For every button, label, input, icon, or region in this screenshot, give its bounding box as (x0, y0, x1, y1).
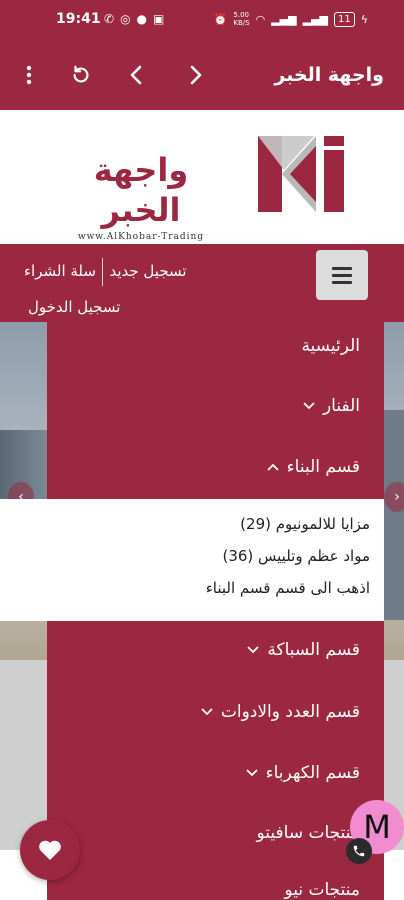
site-logo-text[interactable]: واجهة الخبر www.AlKhobar-Trading (58, 150, 224, 242)
submenu-item-construction-materials[interactable]: مواد عظم وتلييس (36) (222, 547, 370, 565)
app-title: واجهة الخبر (274, 64, 384, 86)
hamburger-line (332, 280, 352, 284)
signal-icon: ▂▄▆ (271, 12, 297, 26)
building-submenu: مزايا للالمونيوم (29) مواد عظم وتلييس (3… (0, 499, 384, 621)
phone-icon (353, 845, 365, 857)
submenu-item-go-to-building[interactable]: اذهب الى قسم قسم البناء (206, 579, 370, 597)
hamburger-line (332, 273, 352, 277)
menu-item-plumbing[interactable]: قسم السباكة (247, 640, 360, 660)
chevron-down-icon (245, 769, 258, 777)
forward-icon[interactable] (181, 60, 211, 90)
signal-icon-2: ▂▄▆ (302, 12, 328, 26)
slider-next-icon[interactable]: › (384, 482, 404, 512)
system-icons: ⏰ 5.00 KB/S ◠ ▂▄▆ ▂▄▆ 11 ϟ (214, 11, 368, 27)
chevron-down-icon (303, 402, 315, 410)
heart-icon (39, 840, 61, 860)
logo-subtitle: www.AlKhobar-Trading (77, 232, 205, 242)
network-speed: 5.00 KB/S (233, 11, 250, 27)
menu-item-label: منتجات نيو (284, 880, 360, 900)
chevron-down-icon (201, 708, 213, 716)
login-link[interactable]: تسجيل الدخول (28, 298, 120, 316)
menu-item-tools[interactable]: قسم العدد والادوات (201, 702, 360, 722)
more-options-icon[interactable] (14, 60, 44, 90)
battery-level: 11 (334, 11, 355, 27)
whatsapp-icon: ◎ (120, 12, 131, 26)
dropdown-nav-menu: الرئيسية الفنار قسم البناء مزايا للالمون… (0, 322, 384, 900)
menu-item-home[interactable]: الرئيسية (301, 336, 360, 356)
wishlist-button[interactable] (20, 820, 80, 880)
menu-item-electrical[interactable]: قسم الكهرباء (245, 763, 360, 783)
menu-item-label: الرئيسية (301, 336, 360, 356)
app-toolbar: واجهة الخبر (0, 40, 404, 110)
menu-item-label: قسم الكهرباء (265, 763, 360, 783)
register-link[interactable]: تسجيل جديد (105, 262, 190, 286)
whatsapp-business-icon: ● (136, 12, 148, 26)
menu-item-building[interactable]: قسم البناء (267, 457, 360, 477)
hamburger-menu-button[interactable] (316, 250, 368, 300)
submenu-item-aluminium[interactable]: مزايا للالمونيوم (29) (240, 515, 370, 533)
message-icon: ▣ (153, 12, 165, 26)
nav-divider (101, 258, 104, 286)
status-bar: 19:41 ✆ ◎ ● ▣ ⏰ 5.00 KB/S ◠ ▂▄▆ ▂▄▆ 11 ϟ (0, 0, 404, 40)
chevron-up-icon (267, 463, 279, 471)
reload-icon[interactable] (66, 60, 96, 90)
store-building-image-right (384, 410, 404, 620)
menu-item-label: الفنار (322, 396, 360, 416)
status-time: 19:41 (56, 11, 101, 27)
ki-logo-icon[interactable] (254, 134, 348, 214)
menu-item-label: قسم السباكة (267, 640, 360, 660)
logo-title: واجهة الخبر (93, 151, 189, 229)
menu-item-label: منتجات سافيتو (256, 823, 360, 843)
phone-icon: ✆ (104, 12, 115, 26)
menu-item-savito-products[interactable]: منتجات سافيتو (256, 823, 360, 843)
menu-item-alfanar[interactable]: الفنار (303, 396, 360, 416)
menu-item-neo-products[interactable]: منتجات نيو (284, 880, 360, 900)
charging-icon: ϟ (360, 12, 368, 26)
cart-link[interactable]: سلة الشراء (20, 262, 100, 286)
call-button[interactable] (346, 838, 372, 864)
chevron-down-icon (247, 646, 260, 654)
nav-links: تسجيل جديد سلة الشراء (20, 258, 191, 286)
menu-item-label: قسم العدد والادوات (220, 702, 360, 722)
wifi-icon: ◠ (255, 12, 266, 26)
alarm-icon: ⏰ (213, 12, 228, 26)
hamburger-line (332, 266, 352, 270)
notification-icons: ✆ ◎ ● ▣ (104, 12, 164, 26)
menu-item-label: قسم البناء (286, 457, 360, 477)
back-icon[interactable] (121, 60, 151, 90)
